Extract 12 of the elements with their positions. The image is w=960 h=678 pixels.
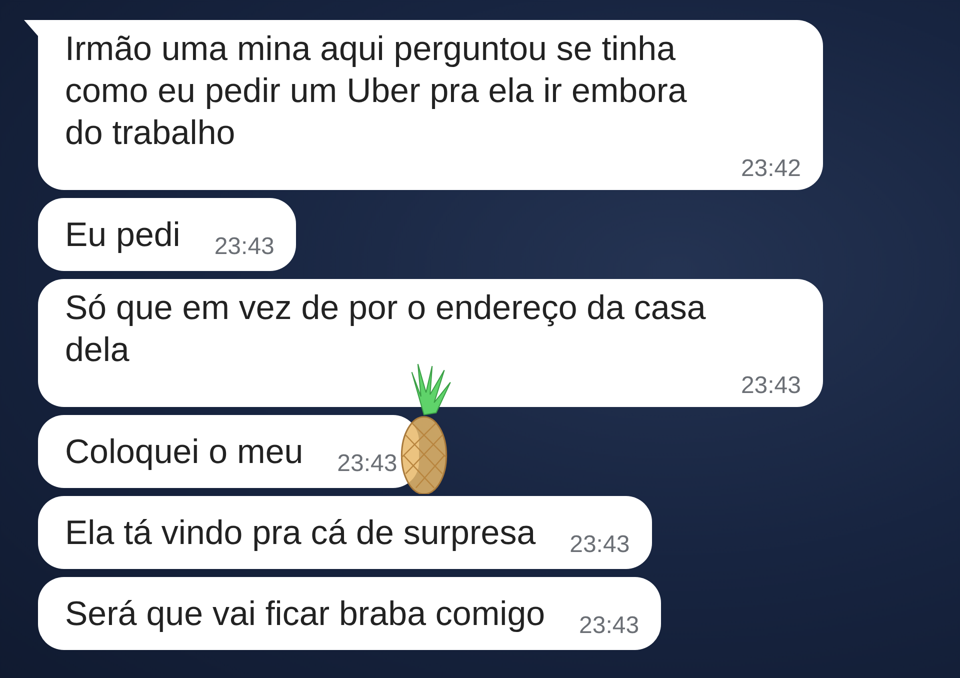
message-text: Ela tá vindo pra cá de surpresa xyxy=(65,513,536,554)
message-text: Eu pedi xyxy=(65,215,180,256)
message-time: 23:43 xyxy=(570,530,630,560)
message-text: Coloquei o meu xyxy=(65,432,304,473)
message-time: 23:43 xyxy=(579,611,640,641)
message-time: 23:43 xyxy=(740,371,801,401)
message-text: Só que em vez de por o endereço da casa dela xyxy=(65,288,707,371)
message-text: Irmão uma mina aqui perguntou se tinha como eu pedir um Uber pra ela ir embora do trabalho xyxy=(65,29,688,154)
message-time: 23:43 xyxy=(214,232,274,262)
message-time: 23:43 xyxy=(337,449,398,479)
message-time: 23:42 xyxy=(740,154,801,184)
message-text: Será que vai ficar braba comigo xyxy=(65,594,546,635)
